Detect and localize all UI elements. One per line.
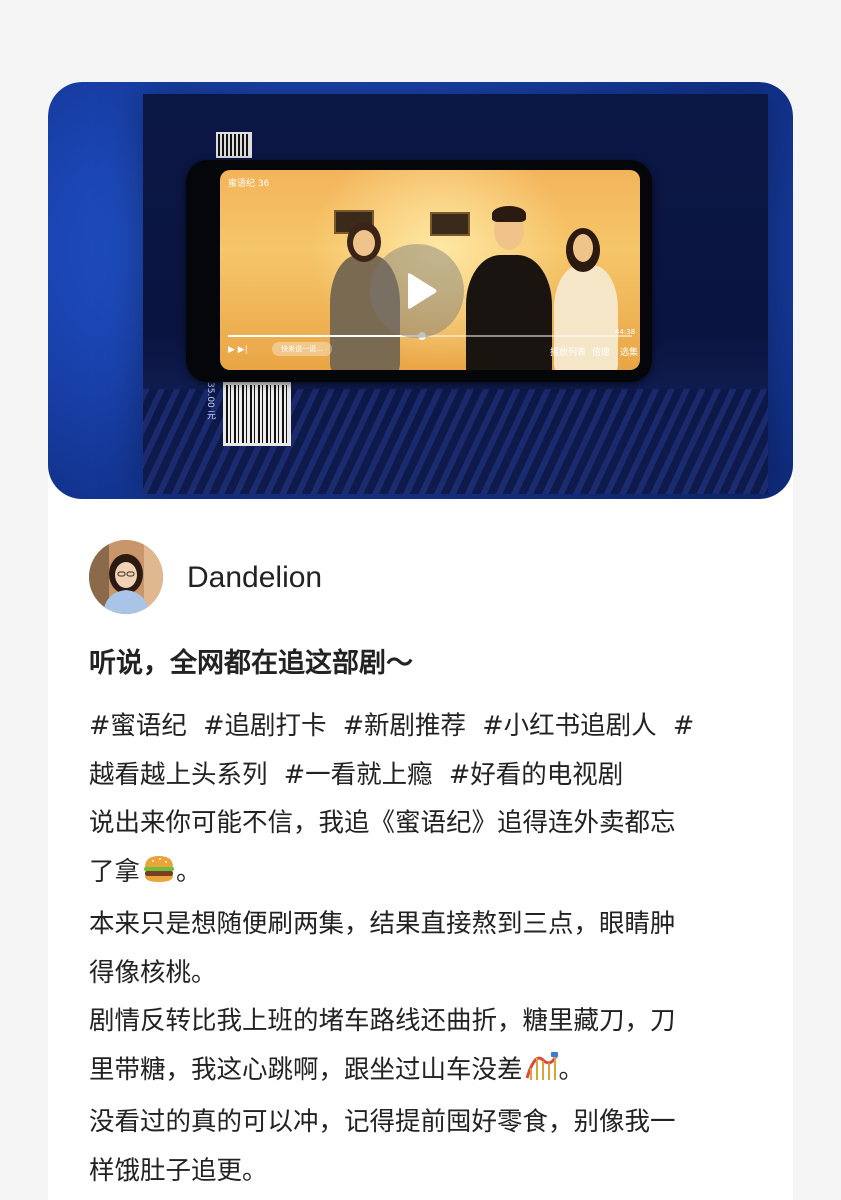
play-icon xyxy=(408,273,437,309)
in-video-control: 选集 xyxy=(620,348,639,358)
post-title: 听说，全网都在追这部剧～ xyxy=(89,648,413,679)
body-line-text: 里带糖，我这心跳啊，跟坐过山车没差 xyxy=(89,1054,523,1085)
in-video-control: 播放列表 xyxy=(550,348,587,358)
wall-sign xyxy=(430,212,470,236)
body-line: 里带糖，我这心跳啊，跟坐过山车没差 。 xyxy=(89,1046,749,1099)
in-video-title: 蜜语纪 36 xyxy=(228,179,270,189)
body-line: 本来只是想随便刷两集，结果直接熬到三点，眼睛肿 xyxy=(89,909,676,939)
person-left-face xyxy=(353,230,375,256)
body-line-text: 。 xyxy=(558,1054,585,1085)
body-line: 说出来你可能不信，我追《蜜语纪》追得连外卖都忘 xyxy=(89,808,676,838)
body-line: 了拿 。 xyxy=(89,848,749,901)
person-right-face xyxy=(573,234,593,262)
body-line: 样饿肚子追更。 xyxy=(89,1155,268,1186)
hashtag-link[interactable]: #新剧推荐 xyxy=(343,711,466,741)
post-card: 35.00 元 蜜语纪 36 ▶ ▶| 快来说一说... 44:38 播放列表 … xyxy=(48,82,793,1200)
hashtag-link[interactable]: 越看越上头系列 xyxy=(89,760,268,790)
hashtag-link[interactable]: #好看的电视剧 xyxy=(449,760,623,790)
barcode-small xyxy=(216,132,252,158)
author-name[interactable]: Dandelion xyxy=(187,558,322,598)
in-video-play-icon: ▶ ▶| xyxy=(228,345,248,355)
hashtag-link[interactable]: # xyxy=(673,711,694,741)
body-line-text: 。 xyxy=(176,856,202,887)
hashtag-link[interactable]: #追剧打卡 xyxy=(203,711,326,741)
price-text: 35.00 元 xyxy=(205,382,215,420)
in-video-control: 倍速 xyxy=(592,348,611,358)
post-body: 说出来你可能不信，我追《蜜语纪》追得连外卖都忘 了拿。 本来只是想随便刷两集，结… xyxy=(89,799,749,1195)
in-video-time: 44:38 xyxy=(615,328,636,336)
play-button[interactable] xyxy=(370,244,464,338)
in-video-progress-fill xyxy=(228,335,422,337)
hamburger-emoji xyxy=(142,852,176,901)
roller-coaster-emoji xyxy=(525,1050,559,1099)
body-line-text: 了拿 xyxy=(89,856,141,887)
body-line: 得像核桃。 xyxy=(89,957,217,988)
tag-line: 越看越上头系列 #一看就上瘾 #好看的电视剧 xyxy=(89,751,749,800)
person-center xyxy=(466,255,552,370)
in-video-comment-input: 快来说一说... xyxy=(272,342,332,356)
page: 35.00 元 蜜语纪 36 ▶ ▶| 快来说一说... 44:38 播放列表 … xyxy=(0,0,841,1200)
video-cover[interactable]: 35.00 元 蜜语纪 36 ▶ ▶| 快来说一说... 44:38 播放列表 … xyxy=(48,82,793,499)
body-line: 剧情反转比我上班的堵车路线还曲折，糖里藏刀，刀 xyxy=(89,1006,676,1036)
post-tags: #蜜语纪 #追剧打卡 #新剧推荐 #小红书追剧人 # 越看越上头系列 #一看就上… xyxy=(89,702,749,799)
hashtag-link[interactable]: #蜜语纪 xyxy=(89,711,187,741)
body-line: 没看过的真的可以冲，记得提前囤好零食，别像我一 xyxy=(89,1107,676,1137)
person-center-hair xyxy=(492,206,526,222)
barcode xyxy=(223,382,291,446)
hashtag-link[interactable]: #小红书追剧人 xyxy=(482,711,656,741)
hashtag-link[interactable]: #一看就上瘾 xyxy=(284,760,433,790)
avatar[interactable] xyxy=(89,540,163,614)
avatar-image xyxy=(89,540,163,614)
tag-line: #蜜语纪 #追剧打卡 #新剧推荐 #小红书追剧人 # xyxy=(89,702,749,751)
